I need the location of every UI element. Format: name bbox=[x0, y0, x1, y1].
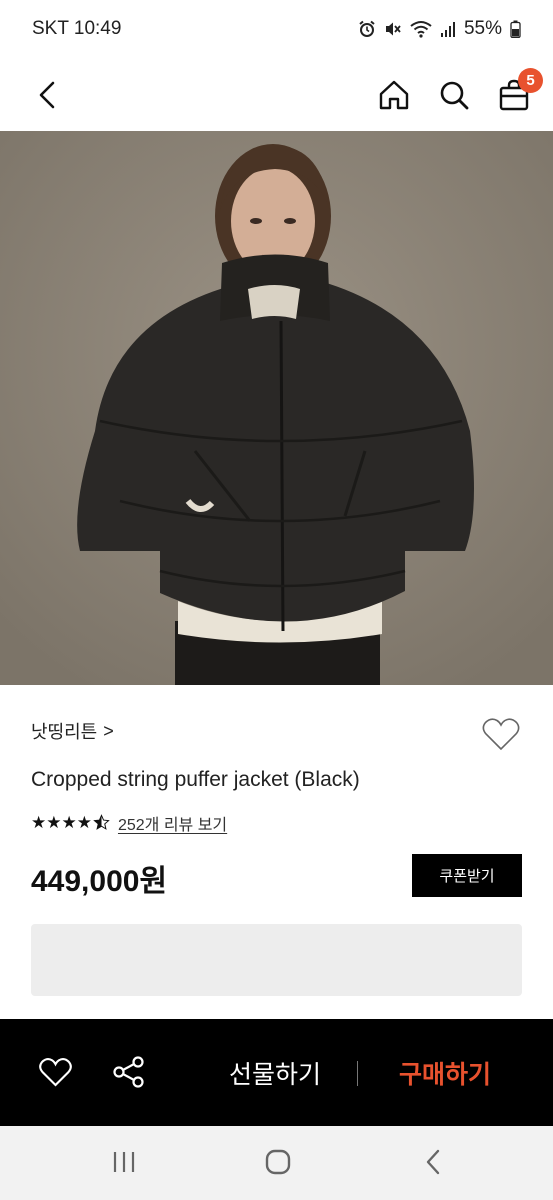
mute-icon bbox=[385, 22, 401, 36]
signal-icon bbox=[440, 22, 455, 37]
system-navigation-bar bbox=[0, 1126, 553, 1200]
heart-outline-icon bbox=[482, 718, 520, 751]
recents-icon bbox=[113, 1152, 135, 1172]
product-price: 449,000원 bbox=[31, 865, 168, 898]
like-button[interactable] bbox=[39, 1057, 72, 1092]
rating-row: ★★★★ 252개 리뷰 보기 bbox=[31, 811, 227, 835]
gift-button[interactable]: 선물하기 bbox=[200, 1019, 350, 1126]
home-icon bbox=[379, 80, 409, 109]
brand-link[interactable]: 낫띵리튼 > bbox=[31, 718, 114, 744]
chevron-left-icon bbox=[39, 81, 55, 108]
back-button[interactable] bbox=[30, 78, 64, 112]
system-back-button[interactable] bbox=[422, 1148, 446, 1181]
search-button[interactable] bbox=[437, 78, 471, 112]
chevron-right-icon: > bbox=[103, 720, 114, 741]
cart-button[interactable]: 5 bbox=[497, 67, 543, 112]
star-rating: ★★★★ bbox=[31, 813, 110, 833]
product-photo-illustration bbox=[0, 131, 553, 685]
wifi-icon bbox=[410, 21, 432, 38]
buy-button[interactable]: 구매하기 bbox=[370, 1019, 520, 1126]
battery-icon bbox=[510, 20, 521, 38]
divider bbox=[357, 1061, 358, 1086]
top-navigation: 5 bbox=[0, 58, 553, 131]
home-circle-icon bbox=[265, 1149, 291, 1175]
system-home-button[interactable] bbox=[264, 1148, 292, 1181]
status-icons: 55% bbox=[358, 18, 521, 40]
recents-button[interactable] bbox=[110, 1148, 138, 1181]
share-button[interactable] bbox=[112, 1055, 146, 1094]
search-icon bbox=[440, 81, 469, 109]
star-icons-full: ★★★★ bbox=[31, 813, 92, 832]
home-button[interactable] bbox=[377, 78, 411, 112]
product-photo[interactable] bbox=[0, 131, 553, 685]
option-selector[interactable] bbox=[31, 924, 522, 996]
status-time: SKT 10:49 bbox=[32, 18, 122, 39]
back-icon bbox=[426, 1149, 440, 1175]
alarm-icon bbox=[359, 20, 375, 37]
half-star-icon bbox=[93, 814, 110, 830]
review-link[interactable]: 252개 리뷰 보기 bbox=[118, 811, 227, 835]
heart-outline-icon bbox=[39, 1058, 72, 1087]
cart-count-badge: 5 bbox=[518, 67, 543, 93]
product-name: Cropped string puffer jacket (Black) bbox=[31, 768, 360, 791]
brand-name: 낫띵리튼 bbox=[31, 722, 98, 742]
battery-percent: 55% bbox=[463, 18, 502, 39]
status-bar: SKT 10:49 55% bbox=[0, 0, 553, 58]
coupon-button[interactable]: 쿠폰받기 bbox=[412, 854, 522, 897]
wishlist-button[interactable] bbox=[482, 717, 520, 756]
share-icon bbox=[113, 1056, 144, 1088]
